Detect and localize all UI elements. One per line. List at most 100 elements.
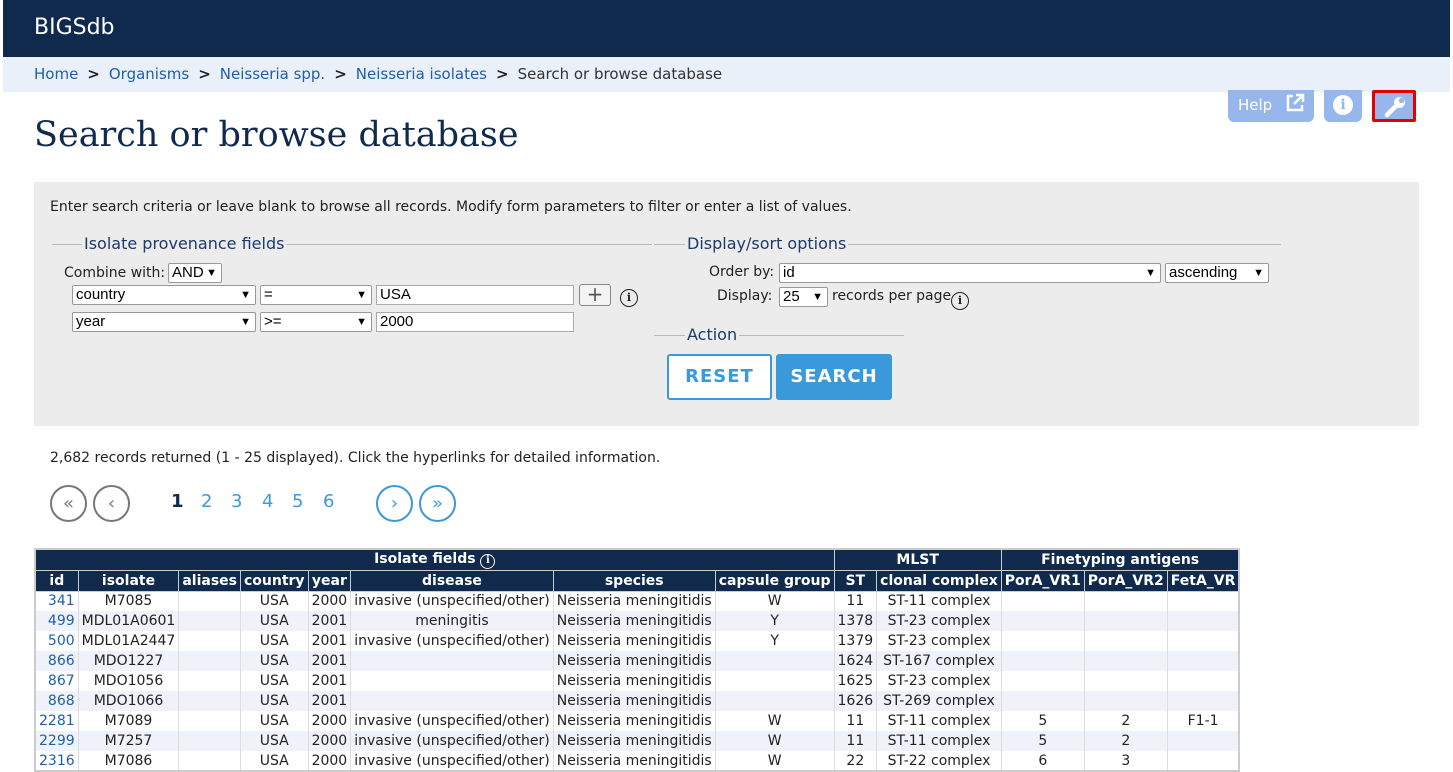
isolate-id-link[interactable]: 500 [34, 631, 79, 651]
column-header[interactable]: isolate [77, 569, 180, 592]
table-row: 2316 M7086 USA 2000 invasive (unspecified/ot… [34, 751, 1240, 771]
table-cell: 2 [1083, 731, 1168, 751]
table-cell: USA [239, 751, 309, 771]
first-page-button[interactable]: « [50, 485, 87, 522]
column-header[interactable]: country [239, 569, 309, 592]
column-header[interactable]: capsule group [714, 569, 835, 592]
table-cell: 2000 [307, 591, 352, 611]
table-header-row: id isolate aliases country year disease … [34, 569, 1240, 592]
settings-button[interactable] [1372, 90, 1416, 122]
info-icon[interactable]: i [951, 292, 969, 310]
table-cell: 1378 [833, 611, 878, 631]
isolate-id-link[interactable]: 341 [34, 591, 79, 611]
table-cell: 2 [1083, 711, 1168, 731]
last-page-button[interactable]: » [419, 485, 456, 522]
breadcrumb-neisseria-isolates[interactable]: Neisseria isolates [356, 65, 487, 83]
order-by-select[interactable]: id ▼ [779, 263, 1161, 283]
results-summary: 2,682 records returned (1 - 25 displayed… [50, 450, 661, 466]
chevron-down-icon: ▼ [240, 289, 251, 301]
breadcrumb-organisms[interactable]: Organisms [109, 65, 189, 83]
chevron-down-icon: ▼ [812, 291, 823, 303]
table-cell [178, 591, 241, 611]
column-header[interactable]: disease [350, 569, 554, 592]
isolate-id-link[interactable]: 866 [34, 651, 79, 671]
column-header[interactable]: species [552, 569, 716, 592]
group-header-label: Isolate fields [374, 550, 476, 567]
table-cell: 1625 [833, 671, 878, 691]
reset-button[interactable]: RESET [667, 354, 772, 400]
order-by-value: id [783, 264, 795, 281]
breadcrumb-current: Search or browse database [517, 65, 723, 83]
brand-logo[interactable]: BIGSdb [34, 15, 115, 40]
table-cell: Neisseria meningitidis [552, 711, 716, 731]
add-row-button[interactable]: + [579, 284, 611, 306]
value-input-2[interactable]: 2000 [376, 312, 574, 332]
column-header[interactable]: FetA_VR [1166, 569, 1240, 592]
column-header[interactable]: clonal complex [876, 569, 1002, 592]
next-page-button[interactable]: › [376, 485, 413, 522]
table-cell: ST-11 complex [876, 591, 1002, 611]
info-icon[interactable]: i [480, 553, 496, 569]
table-cell [1166, 651, 1240, 671]
table-cell [178, 691, 241, 711]
info-icon[interactable]: i [620, 289, 638, 307]
page-link-3[interactable]: 3 [231, 491, 242, 512]
info-button[interactable]: i [1324, 90, 1362, 122]
order-by-label: Order by: [709, 264, 775, 280]
table-cell: ST-23 complex [876, 631, 1002, 651]
table-cell: USA [239, 671, 309, 691]
isolate-id-link[interactable]: 868 [34, 691, 79, 711]
table-cell: ST-167 complex [876, 651, 1002, 671]
field-select-1[interactable]: country ▼ [72, 285, 256, 305]
field-select-2[interactable]: year ▼ [72, 312, 256, 332]
column-header[interactable]: aliases [178, 569, 241, 592]
isolate-id-link[interactable]: 2281 [34, 711, 79, 731]
isolate-id-link[interactable]: 2299 [34, 731, 79, 751]
isolate-id-link[interactable]: 2316 [34, 751, 79, 771]
table-cell [1166, 631, 1240, 651]
table-cell: 5 [1000, 711, 1085, 731]
sort-direction-select[interactable]: ascending ▼ [1165, 263, 1269, 283]
column-header[interactable]: id [34, 569, 79, 592]
breadcrumb-home[interactable]: Home [34, 65, 78, 83]
previous-page-button[interactable]: ‹ [93, 485, 130, 522]
field-value-1: country [76, 286, 126, 303]
value-input-1[interactable]: USA [376, 285, 574, 305]
operator-value-1: = [264, 286, 273, 303]
search-button[interactable]: SEARCH [776, 354, 892, 400]
display-legend: Display/sort options [685, 234, 849, 253]
records-per-page-select[interactable]: 25 ▼ [779, 287, 828, 307]
help-button[interactable]: Help [1228, 90, 1314, 122]
table-cell: invasive (unspecified/other) [350, 711, 554, 731]
table-cell: W [714, 591, 835, 611]
page-link-6[interactable]: 6 [323, 491, 334, 512]
isolate-id-link[interactable]: 499 [34, 611, 79, 631]
table-row: 2281 M7089 USA 2000 invasive (unspecified/ot… [34, 711, 1240, 731]
table-cell: 2001 [307, 611, 352, 631]
page-link-1: 1 [171, 491, 184, 512]
operator-select-1[interactable]: = ▼ [260, 285, 372, 305]
table-group-header-row: Isolate fields i MLST Finetyping antigen… [34, 548, 1240, 571]
table-cell [1000, 591, 1085, 611]
table-cell [350, 671, 554, 691]
column-header[interactable]: PorA_VR2 [1083, 569, 1168, 592]
combine-select[interactable]: AND ▼ [168, 263, 222, 283]
page-link-5[interactable]: 5 [292, 491, 303, 512]
page-link-2[interactable]: 2 [201, 491, 212, 512]
page-link-4[interactable]: 4 [262, 491, 273, 512]
breadcrumb-neisseria-spp[interactable]: Neisseria spp. [220, 65, 325, 83]
column-header[interactable]: PorA_VR1 [1000, 569, 1085, 592]
records-per-page-value: 25 [783, 288, 800, 305]
isolate-id-link[interactable]: 867 [34, 671, 79, 691]
operator-select-2[interactable]: >= ▼ [260, 312, 372, 332]
table-cell [1083, 671, 1168, 691]
table-cell: 11 [833, 711, 878, 731]
group-header-isolate-fields: Isolate fields i [34, 548, 835, 571]
table-cell: F1-1 [1166, 711, 1240, 731]
table-cell [178, 651, 241, 671]
table-cell: USA [239, 731, 309, 751]
table-cell: 2000 [307, 751, 352, 771]
column-header[interactable]: ST [833, 569, 878, 592]
column-header[interactable]: year [307, 569, 352, 592]
table-cell: ST-23 complex [876, 611, 1002, 631]
